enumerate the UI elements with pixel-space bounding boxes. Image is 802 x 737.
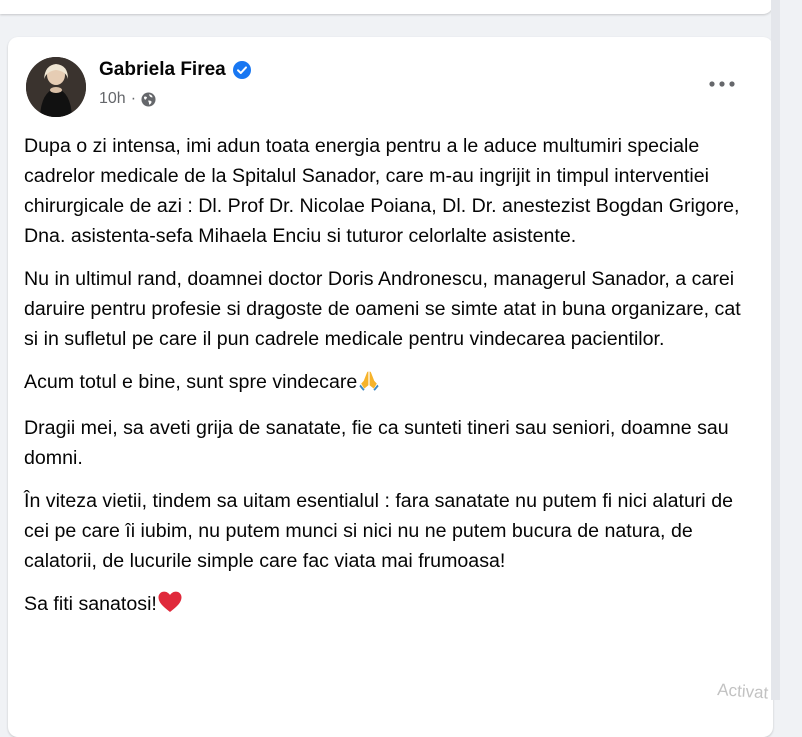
avatar-photo: [26, 57, 86, 117]
post-paragraph-text: Sa fiti sanatosi!: [24, 593, 157, 615]
author-row: Gabriela Firea: [99, 59, 251, 81]
post-paragraph: Nu in ultimul rand, doamnei doctor Doris…: [24, 268, 741, 350]
previous-post-card: [0, 0, 773, 14]
post-paragraph: În viteza vietii, tindem sa uitam esenti…: [24, 490, 734, 572]
avatar[interactable]: [26, 57, 86, 117]
scrollbar[interactable]: [771, 0, 780, 700]
red-heart-icon: [158, 591, 182, 622]
post-paragraph: Acum totul e bine, sunt spre vindecare: [24, 367, 744, 400]
meta-separator: ·: [130, 90, 137, 107]
praying-hands-icon: [358, 369, 380, 400]
post-paragraph: Sa fiti sanatosi!: [24, 589, 744, 622]
post-paragraph: Dragii mei, sa aveti grija de sanatate, …: [24, 417, 729, 469]
author-name[interactable]: Gabriela Firea: [99, 59, 226, 81]
post-meta: 10h ·: [99, 90, 156, 108]
more-options-button[interactable]: [704, 74, 740, 94]
globe-icon[interactable]: [141, 91, 156, 107]
more-options-icon: [709, 81, 735, 87]
verified-badge-icon: [232, 61, 251, 79]
post-text: Dupa o zi intensa, imi adun toata energi…: [24, 131, 744, 635]
post-paragraph-text: Acum totul e bine, sunt spre vindecare: [24, 371, 358, 393]
post-card: Gabriela Firea 10h · Dupa o zi intensa, …: [8, 37, 773, 737]
post-time[interactable]: 10h: [99, 90, 126, 108]
post-paragraph: Dupa o zi intensa, imi adun toata energi…: [24, 135, 740, 247]
